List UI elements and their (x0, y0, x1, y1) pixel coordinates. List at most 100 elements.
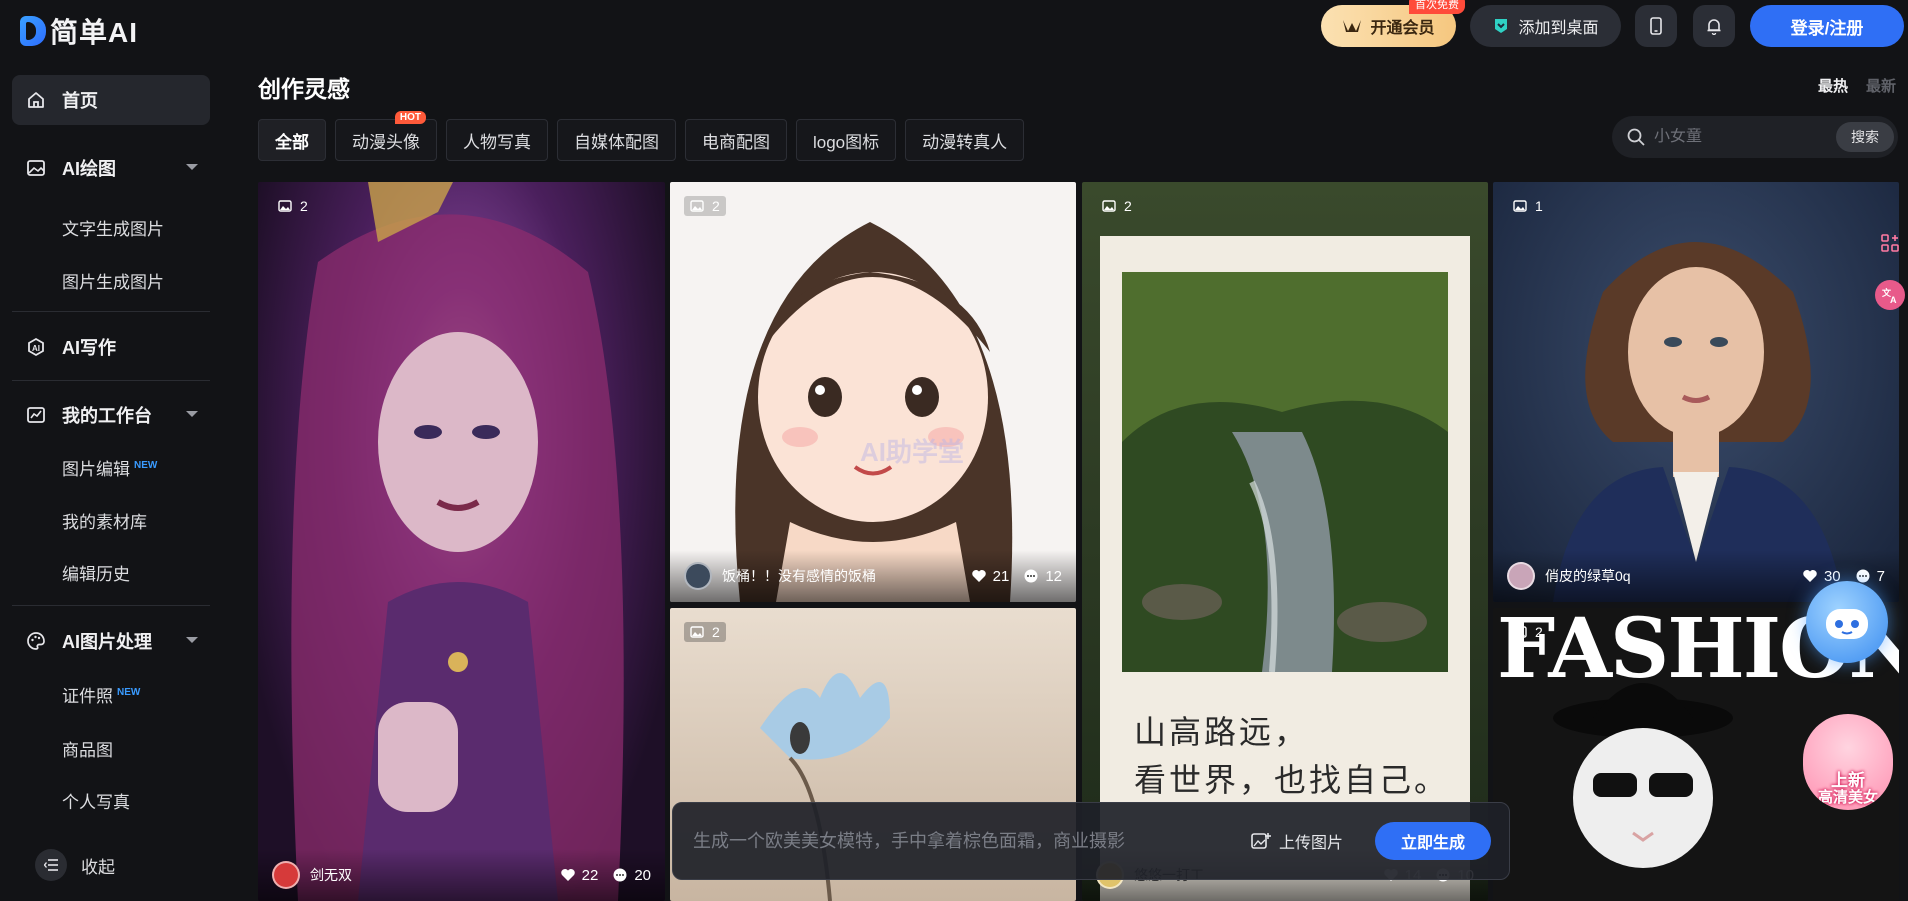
upload-image-button[interactable]: 上传图片 (1251, 829, 1343, 853)
generate-button[interactable]: 立即生成 (1375, 822, 1491, 860)
card-footer: 饭桶！！没有感情的饭桶 21 12 (670, 550, 1076, 602)
author-name[interactable]: 俏皮的绿草0q (1545, 566, 1788, 586)
sort-new-button[interactable]: 最新 (1866, 75, 1896, 96)
card-image (291, 182, 624, 901)
tab-anime-avatar[interactable]: 动漫头像 HOT (335, 111, 437, 161)
collapse-icon (35, 849, 67, 881)
author-name[interactable]: 剑无双 (310, 865, 546, 885)
tab-anime-to-real[interactable]: 动漫转真人 (905, 119, 1025, 161)
sidebar-item-label: 首页 (62, 91, 98, 111)
heart-icon (971, 570, 986, 582)
tab-portrait[interactable]: 人物写真 (446, 119, 548, 161)
sidebar-item-label: AI绘图 (62, 159, 116, 179)
tab-ecommerce[interactable]: 电商配图 (685, 119, 787, 161)
image-icon (690, 626, 704, 638)
tab-all[interactable]: 全部 (258, 119, 326, 161)
sidebar-item-history[interactable]: 编辑历史 (62, 560, 130, 585)
author-name[interactable]: 饭桶！！没有感情的饭桶 (722, 566, 957, 586)
vip-label: 开通会员 (1370, 20, 1435, 37)
sidebar-item-img-edit[interactable]: 图片编辑 NEW (62, 455, 157, 480)
image-icon (1513, 626, 1527, 638)
image-count-value: 2 (1535, 624, 1543, 640)
sidebar-item-product[interactable]: 商品图 (62, 736, 113, 761)
chart-icon (27, 407, 45, 423)
logo-mark-icon (20, 16, 46, 46)
sidebar-item-ai-process[interactable]: AI图片处理 (12, 616, 210, 666)
desktop-shield-icon (1495, 19, 1508, 33)
mobile-phone-icon (1650, 17, 1662, 35)
grid-plus-icon (1881, 234, 1899, 252)
translate-icon: 文A (1881, 287, 1897, 304)
gallery-card[interactable]: 山高路远， 看世界，也找自己。 2 悠悠一打工 14 10 (1082, 182, 1488, 901)
sidebar-item-workspace[interactable]: 我的工作台 (12, 390, 210, 440)
sidebar-item-label: 我的工作台 (62, 406, 152, 426)
logo[interactable]: 简单AI (20, 11, 138, 51)
sort-hot-button[interactable]: 最热 (1818, 75, 1848, 96)
top-bar: 简单AI 开通会员 首次免费 添加到桌面 登录/注册 (0, 0, 1908, 52)
search-button[interactable]: 搜索 (1836, 122, 1894, 152)
sidebar-item-img2img[interactable]: 图片生成图片 (62, 268, 164, 293)
chevron-down-icon (186, 411, 198, 417)
avatar[interactable] (272, 861, 300, 889)
upload-image-label: 上传图片 (1278, 835, 1343, 852)
palette-icon (27, 632, 45, 650)
collapse-sidebar-button[interactable]: 收起 (35, 849, 115, 881)
sidebar-item-assets[interactable]: 我的素材库 (62, 508, 147, 533)
sidebar-item-ai-write[interactable]: AI AI写作 (12, 322, 210, 372)
tab-logo[interactable]: logo图标 (796, 119, 897, 161)
comments-count: 12 (1045, 567, 1062, 585)
search-input[interactable] (1654, 128, 1824, 146)
avatar[interactable] (1507, 562, 1535, 590)
image-count-value: 2 (1124, 198, 1132, 214)
gallery-card[interactable]: 1 俏皮的绿草0q 30 7 (1493, 182, 1899, 602)
grid-tool-button[interactable] (1875, 228, 1905, 258)
image-count-value: 2 (712, 198, 720, 214)
heart-icon (560, 869, 575, 881)
promo-badge[interactable]: 上新 高清美女 (1803, 714, 1893, 810)
login-register-button[interactable]: 登录/注册 (1750, 5, 1904, 47)
card-footer: 剑无双 22 20 (258, 849, 665, 901)
sidebar-item-label: AI图片处理 (62, 632, 152, 652)
sidebar-item-id-photo[interactable]: 证件照 NEW (62, 682, 140, 707)
sidebar-item-label: AI写作 (62, 338, 116, 358)
chevron-down-icon (186, 637, 198, 643)
image-icon (1513, 200, 1527, 212)
comments[interactable]: 20 (612, 867, 651, 884)
image-icon (690, 200, 704, 212)
image-count: 2 (1507, 622, 1549, 642)
assistant-bot-button[interactable] (1806, 581, 1888, 663)
hot-badge: HOT (394, 111, 426, 124)
sidebar-item-text2img[interactable]: 文字生成图片 (62, 215, 164, 240)
sidebar-item-ai-draw[interactable]: AI绘图 (12, 143, 210, 193)
add-to-desktop-button[interactable]: 添加到桌面 (1470, 5, 1621, 47)
tab-media-images[interactable]: 自媒体配图 (557, 119, 676, 161)
notification-button[interactable] (1693, 5, 1735, 47)
chat-bot-icon (1826, 609, 1868, 639)
upload-image-icon (1251, 833, 1271, 849)
likes[interactable]: 21 (971, 567, 1010, 585)
gallery-card[interactable]: AI助学堂 2 饭桶！！没有感情的饭桶 21 12 (670, 182, 1076, 602)
mobile-button[interactable] (1635, 5, 1677, 47)
new-badge: NEW (117, 687, 141, 699)
comments-count: 20 (634, 866, 651, 884)
comment-icon (613, 868, 627, 882)
prompt-input[interactable] (693, 830, 1251, 852)
sidebar-item-home[interactable]: 首页 (12, 75, 210, 125)
likes[interactable]: 22 (560, 867, 598, 884)
image-count-value: 2 (300, 198, 308, 214)
home-icon (28, 92, 44, 108)
gallery-card[interactable]: 2 剑无双 22 20 (258, 182, 665, 901)
translate-button[interactable]: 文A (1875, 280, 1905, 310)
sidebar-item-portrait[interactable]: 个人写真 (62, 788, 130, 813)
image-icon (278, 200, 292, 212)
page-title: 创作灵感 (258, 76, 350, 102)
prompt-bar: 上传图片 立即生成 (672, 802, 1510, 880)
likes-count: 21 (992, 567, 1010, 585)
card-image (735, 222, 1013, 602)
comment-icon (1024, 569, 1038, 583)
comments[interactable]: 12 (1023, 568, 1062, 585)
image-count-value: 2 (712, 624, 720, 640)
avatar[interactable] (684, 562, 712, 590)
image-icon (27, 160, 45, 176)
vip-free-badge: 首次免费 (1409, 0, 1465, 14)
